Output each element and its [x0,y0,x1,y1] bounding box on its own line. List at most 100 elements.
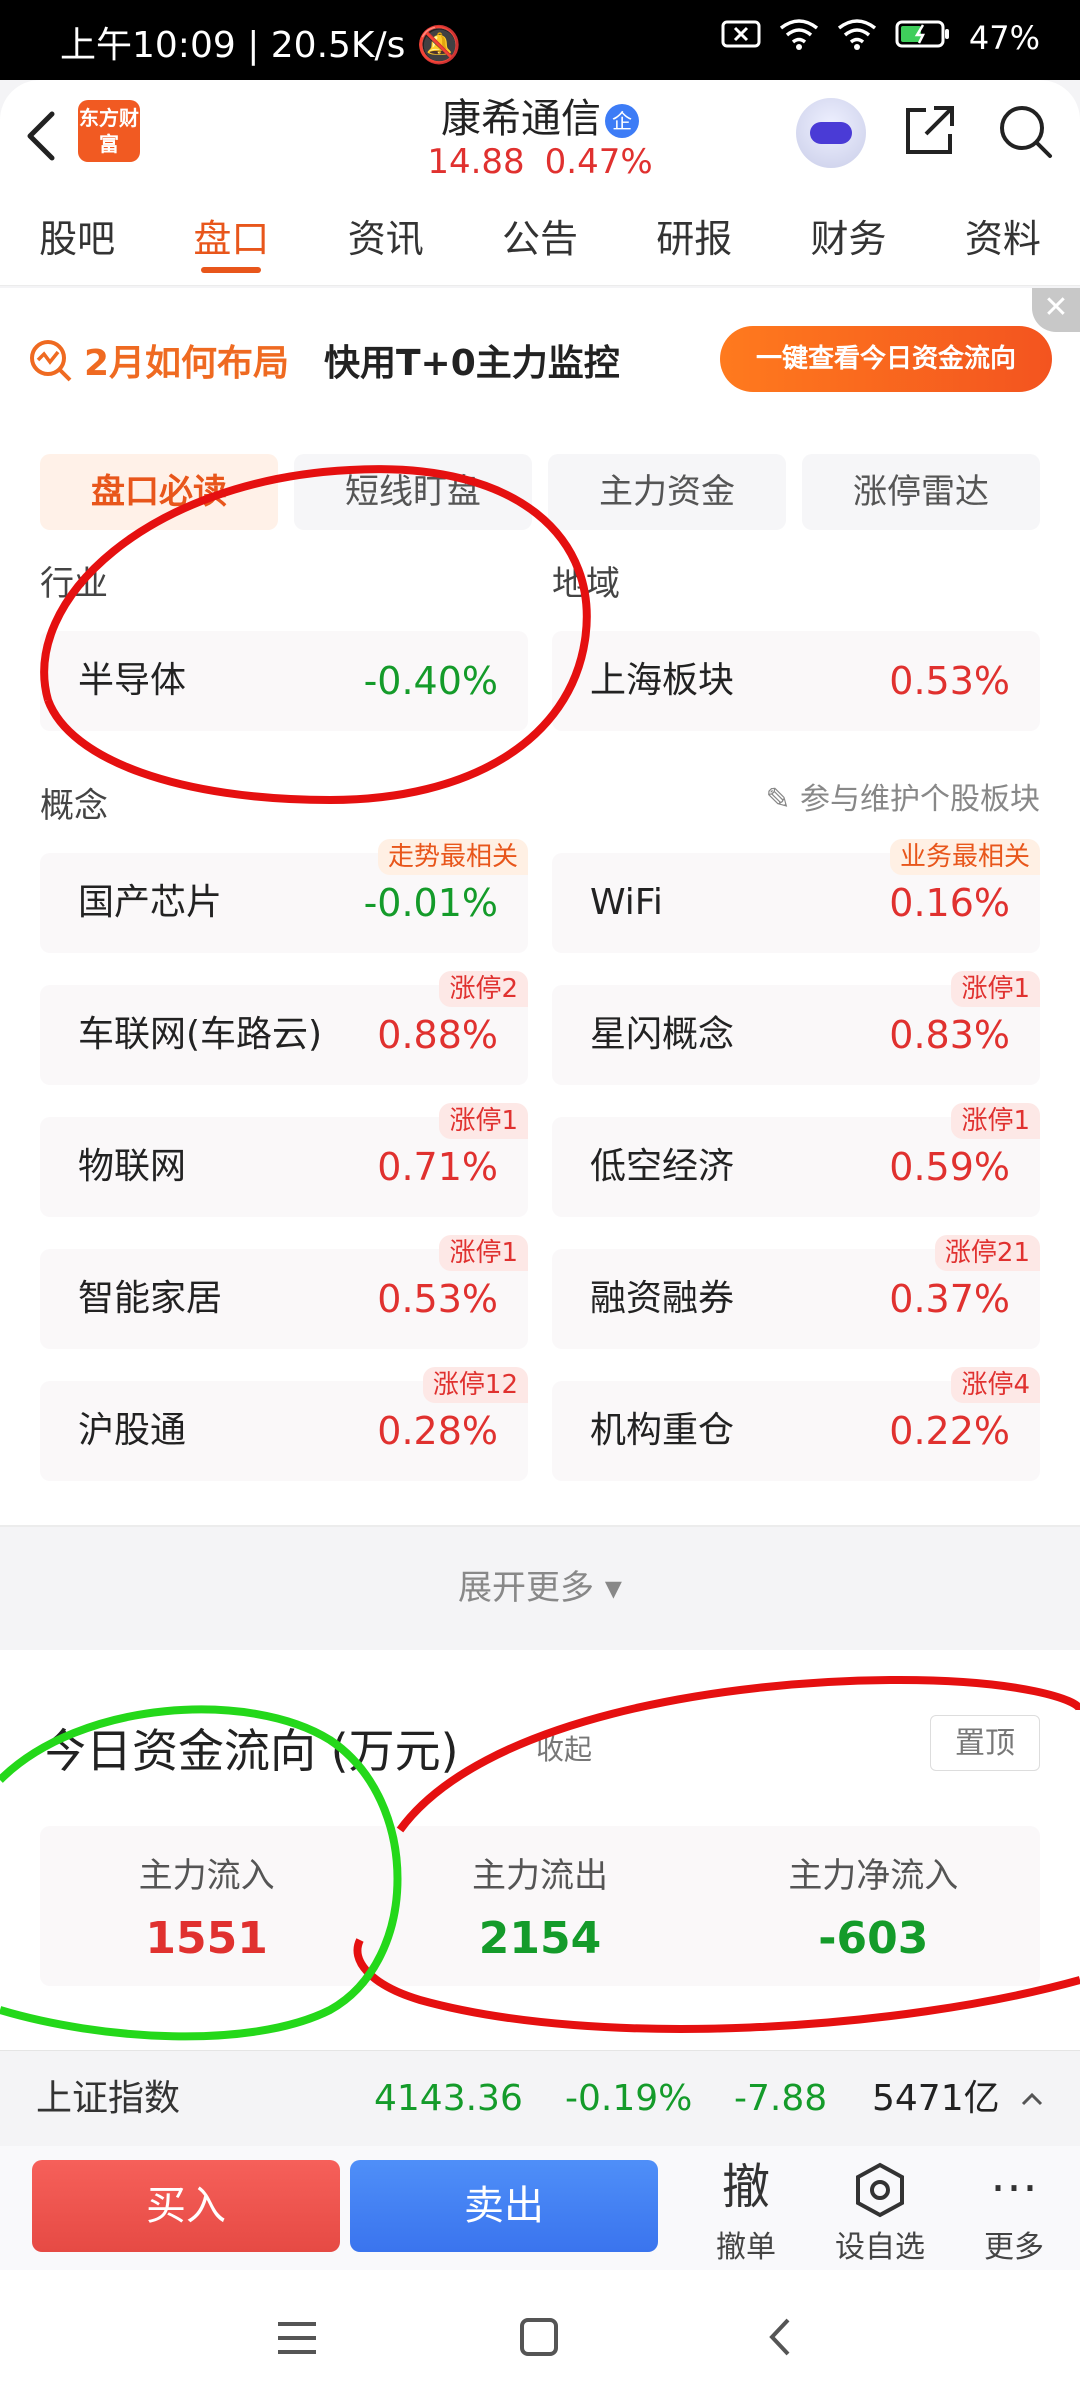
promo-subtitle: 快用T+0主力监控 [324,343,620,384]
mute-bell-icon: 🔕 [416,25,462,66]
system-nav-bar [0,2270,1080,2400]
concept-cell[interactable]: 涨停1 星闪概念 0.83% [552,971,1040,1085]
verified-enterprise-icon: 企 [605,104,639,138]
maintain-sectors-text: 参与维护个股板块 [800,782,1040,817]
concept-cell[interactable]: 业务最相关 WiFi 0.16% [552,839,1040,953]
expand-more-label: 展开更多 [458,1568,595,1608]
concept-pct: 0.83% [889,1013,1010,1057]
more-label: 更多 [984,2230,1044,2265]
tab-profile[interactable]: 资料 [926,192,1080,285]
caret-down-icon: ▾ [604,1568,622,1608]
index-volume: 5471亿 [872,2078,1000,2119]
add-watchlist-label: 设自选 [835,2230,925,2265]
battery-percent: 47% [968,19,1040,57]
stock-price: 14.88 [427,142,525,182]
subtab-main-funds[interactable]: 主力资金 [548,454,786,530]
subtab-short-term[interactable]: 短线盯盘 [294,454,532,530]
industry-pct: -0.40% [363,659,498,703]
concept-pct: 0.59% [889,1145,1010,1189]
stock-change-pct: 0.47% [544,142,653,182]
concept-label: 概念 [40,786,108,826]
tab-research[interactable]: 研报 [617,192,771,285]
concept-pct: 0.88% [377,1013,498,1057]
concept-name: 融资融券 [590,1278,735,1319]
tab-announcements[interactable]: 公告 [463,192,617,285]
fund-flow-title: 今日资金流向 (万元) [40,1724,459,1778]
index-ticker-bar[interactable]: 上证指数 4143.36 -0.19% -7.88 5471亿 [0,2050,1080,2146]
menu-icon[interactable] [276,2320,318,2356]
cancel-order-label: 撤单 [716,2230,776,2265]
divider [0,1525,1080,1527]
industry-name: 半导体 [78,660,187,701]
concept-name: 智能家居 [78,1278,223,1319]
more-dots-icon: ⋯ [990,2159,1038,2215]
pin-top-button[interactable]: 置顶 [930,1715,1040,1771]
concept-name: 机构重仓 [590,1410,735,1451]
tab-finance[interactable]: 财务 [771,192,925,285]
concept-cell[interactable]: 走势最相关 国产芯片 -0.01% [40,839,528,953]
trade-action-bar: 买入 卖出 撤 撤单 设自选 ⋯ 更多 [0,2146,1080,2270]
cancel-order-icon: 撤 [721,2159,770,2215]
wifi-signal-icon [779,18,819,58]
collapse-button[interactable]: 收起 [536,1728,592,1768]
buy-button[interactable]: 买入 [32,2160,340,2252]
fund-flow-summary: 主力流入 1551 主力流出 2154 主力净流入 -603 [40,1826,1040,1986]
concept-pct: 0.53% [377,1277,498,1321]
expand-more-button[interactable]: 展开更多 ▾ [0,1560,1080,1609]
concept-name: 星闪概念 [590,1014,735,1055]
tab-pankou[interactable]: 盘口 [154,192,308,285]
chevron-up-icon[interactable] [1020,2087,1044,2111]
sub-tabs: 盘口必读 短线盯盘 主力资金 涨停雷达 [40,454,1040,530]
concept-cell[interactable]: 涨停1 低空经济 0.59% [552,1103,1040,1217]
wifi-icon [837,18,877,58]
main-outflow-label: 主力流出 [471,1856,608,1896]
subtab-must-read[interactable]: 盘口必读 [40,454,278,530]
main-inflow-value: 1551 [145,1913,268,1964]
maintain-sectors-link[interactable]: ✎ 参与维护个股板块 [765,774,1040,818]
concept-cell[interactable]: 涨停1 物联网 0.71% [40,1103,528,1217]
stock-header: 东方财富 康希通信企 14.88 0.47% [0,80,1080,192]
concept-name: 低空经济 [590,1146,735,1187]
concept-name: WiFi [590,882,663,923]
concept-cell[interactable]: 涨停12 沪股通 0.28% [40,1367,528,1481]
concept-pct: 0.22% [889,1409,1010,1453]
cancel-order-button[interactable]: 撤 撤单 [686,2156,806,2266]
index-change: -7.88 [734,2078,828,2119]
concept-cell[interactable]: 涨停2 车联网(车路云) 0.88% [40,971,528,1085]
main-net-inflow-value: -603 [818,1913,929,1964]
sim-off-icon [721,19,761,57]
industry-label: 行业 [40,564,108,604]
ai-robot-icon[interactable] [796,98,866,168]
view-fund-flow-button[interactable]: 一键查看今日资金流向 [720,326,1052,392]
region-pct: 0.53% [889,659,1010,703]
sell-button[interactable]: 卖出 [350,2160,658,2252]
promo-banner[interactable]: 2月如何布局 快用T+0主力监控 一键查看今日资金流向 [28,326,1052,392]
hexagon-settings-icon [820,2156,940,2218]
more-button[interactable]: ⋯ 更多 [954,2156,1074,2266]
home-icon[interactable] [518,2316,560,2358]
back-icon[interactable] [764,2316,796,2358]
tab-news[interactable]: 资讯 [309,192,463,285]
share-icon[interactable] [900,102,958,160]
concept-name: 国产芯片 [78,882,223,923]
industry-cell[interactable]: 半导体 -0.40% [40,631,528,731]
tab-guba[interactable]: 股吧 [0,192,154,285]
concept-cell[interactable]: 涨停4 机构重仓 0.22% [552,1367,1040,1481]
concept-pct: 0.37% [889,1277,1010,1321]
main-tabs: 股吧 盘口 资讯 公告 研报 财务 资料 [0,192,1080,286]
main-inflow-label: 主力流入 [138,1856,275,1896]
monitor-chart-icon [30,340,72,382]
concept-pct: 0.71% [377,1145,498,1189]
stock-name: 康希通信 [441,96,601,142]
add-watchlist-button[interactable]: 设自选 [820,2156,940,2266]
concept-cell[interactable]: 涨停1 智能家居 0.53% [40,1235,528,1349]
search-icon[interactable] [996,102,1054,160]
battery-icon [895,19,951,57]
concept-cell[interactable]: 涨停21 融资融券 0.37% [552,1235,1040,1349]
subtab-limit-up-radar[interactable]: 涨停雷达 [802,454,1040,530]
edit-pencil-icon: ✎ [765,782,791,817]
region-cell[interactable]: 上海板块 0.53% [552,631,1040,731]
region-name: 上海板块 [590,660,735,701]
main-net-inflow-label: 主力净流入 [788,1856,959,1896]
status-bar: 上午10:09 | 20.5K/s 🔕 47% [0,0,1080,80]
